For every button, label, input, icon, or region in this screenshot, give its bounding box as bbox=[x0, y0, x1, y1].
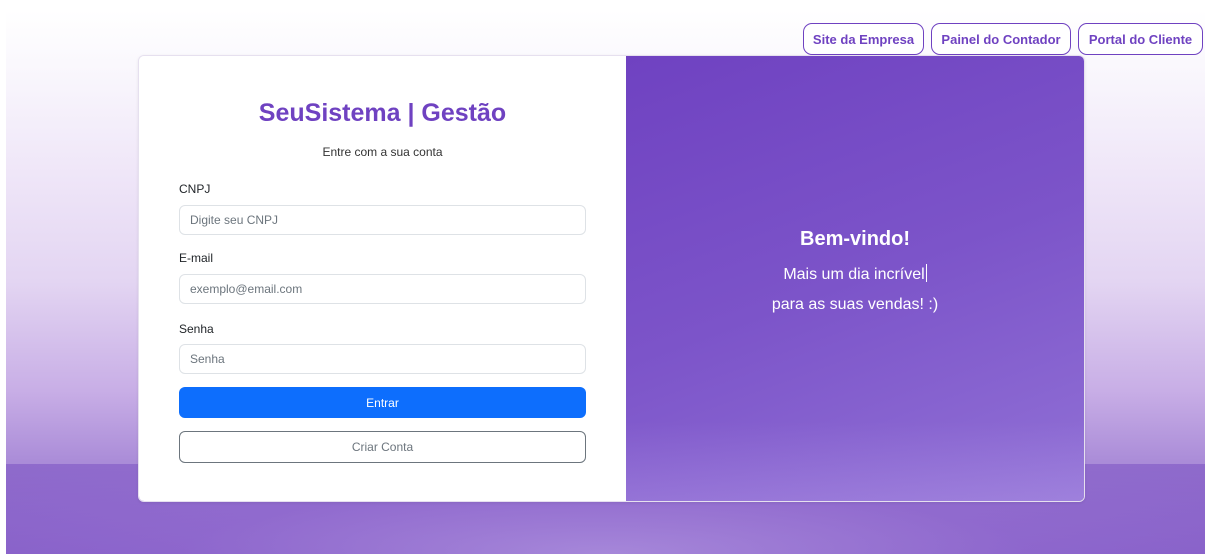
portal-do-cliente-link[interactable]: Portal do Cliente bbox=[1078, 23, 1203, 55]
welcome-message-line-2: para as suas vendas! :) bbox=[771, 296, 939, 313]
password-label: Senha bbox=[179, 322, 214, 336]
email-label: E-mail bbox=[179, 251, 214, 265]
welcome-panel: Bem-vindo! Mais um dia incrível para as … bbox=[626, 56, 1084, 501]
cnpj-input[interactable] bbox=[179, 205, 586, 235]
login-panel: SeuSistema | Gestão Entre com a sua cont… bbox=[139, 56, 626, 501]
cnpj-label: CNPJ bbox=[179, 182, 211, 196]
create-account-button[interactable]: Criar Conta bbox=[179, 431, 586, 463]
welcome-message-line-1: Mais um dia incrível bbox=[626, 264, 1084, 284]
welcome-line-1-text: Mais um dia incrível bbox=[783, 266, 925, 283]
painel-do-contador-link[interactable]: Painel do Contador bbox=[931, 23, 1071, 55]
welcome-title: Bem-vindo! bbox=[800, 228, 910, 250]
top-nav: Site da Empresa Painel do Contador Porta… bbox=[803, 23, 1203, 55]
login-card: SeuSistema | Gestão Entre com a sua cont… bbox=[138, 55, 1085, 502]
email-input[interactable] bbox=[179, 274, 586, 304]
login-subtitle: Entre com a sua conta bbox=[322, 145, 443, 159]
site-da-empresa-link[interactable]: Site da Empresa bbox=[803, 23, 924, 55]
brand-title: SeuSistema | Gestão bbox=[258, 99, 507, 127]
login-button[interactable]: Entrar bbox=[179, 387, 586, 418]
text-cursor bbox=[925, 264, 927, 282]
password-input[interactable] bbox=[179, 344, 586, 374]
